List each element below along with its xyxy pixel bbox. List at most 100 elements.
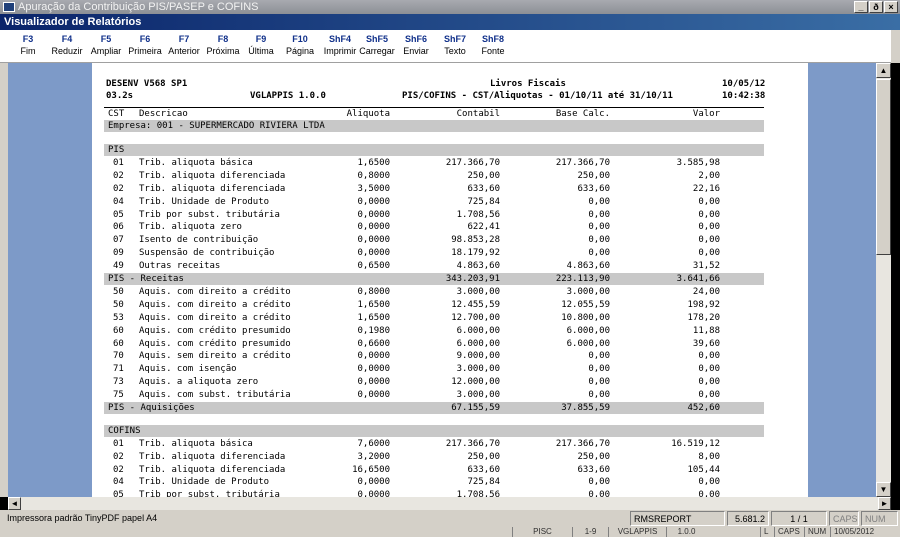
fkey-shf7-button[interactable]: ShF7 Texto (435, 33, 475, 57)
table-row: 71 Aquis. com isenção 0,0000 3.000,00 0,00 0,… (104, 363, 764, 375)
cell-valor: 24,00 (692, 287, 720, 297)
scroll-right-icon[interactable]: ► (878, 497, 891, 510)
fkey-shf5-button[interactable]: ShF5 Carregar (357, 33, 397, 57)
cell-aliquota: 0,0000 (357, 197, 390, 207)
taskbar-date: 10/05/2012 (830, 527, 900, 537)
fkey-shf4-button[interactable]: ShF4 Imprimir (320, 33, 360, 57)
cell-valor: 0,00 (698, 210, 720, 220)
total-valor: 3.641,66 (676, 274, 720, 284)
cell-aliquota: 0,8000 (357, 287, 390, 297)
maximize-button[interactable]: ð (869, 1, 883, 13)
report-time: 10:42:38 (722, 91, 766, 101)
fkey-shf6-button[interactable]: ShF6 Enviar (396, 33, 436, 57)
fkey-label: Fim (20, 46, 36, 56)
cell-valor: 0,00 (698, 235, 720, 245)
table-row: 06 Trib. aliquota zero 0,0000 622,41 0,00 0,0… (104, 221, 764, 233)
table-row: 07 Isento de contribuição 0,0000 98.853,28 0… (104, 234, 764, 246)
cell-base-calc: 6.000,00 (566, 326, 610, 336)
cell-base-calc: 217.366,70 (555, 158, 610, 168)
fkey-f3-button[interactable]: F3 Fim (8, 33, 48, 57)
cell-cst: 02 (113, 452, 124, 462)
cell-aliquota: 0,0000 (357, 351, 390, 361)
cell-aliquota: 0,0000 (357, 390, 390, 400)
toolbar-edge (891, 30, 900, 63)
cell-valor: 22,16 (692, 184, 720, 194)
fkey-f6-button[interactable]: F6 Primeira (125, 33, 165, 57)
status-bar: Impressora padrão TinyPDF papel A4 RMSRE… (0, 510, 900, 527)
fkey-f8-button[interactable]: F8 Próxima (203, 33, 243, 57)
cell-aliquota: 0,0000 (357, 490, 390, 497)
status-printer: Impressora padrão TinyPDF papel A4 (7, 513, 158, 523)
cell-descricao: Aquis. com crédito presumido (139, 339, 291, 349)
empresa-label: Empresa: 001 - SUPERMERCADO RIVIERA LTDA (108, 121, 325, 131)
cell-cst: 04 (113, 477, 124, 487)
cell-descricao: Trib por subst. tributária (139, 210, 280, 220)
cell-contabil: 9.000,00 (456, 351, 500, 361)
fkey-f5-button[interactable]: F5 Ampliar (86, 33, 126, 57)
fkey-shf8-button[interactable]: ShF8 Fonte (473, 33, 513, 57)
cell-valor: 0,00 (698, 197, 720, 207)
cell-contabil: 217.366,70 (445, 439, 500, 449)
horizontal-scrollbar[interactable]: ◄ ► (8, 497, 891, 510)
fkey-label: Reduzir (51, 46, 83, 56)
fkey-f9-button[interactable]: F9 Última (241, 33, 281, 57)
fkey-label: Anterior (168, 46, 200, 56)
scroll-thumb[interactable] (876, 79, 891, 255)
fkey-f7-button[interactable]: F7 Anterior (164, 33, 204, 57)
cell-descricao: Aquis. com direito a crédito (139, 287, 291, 297)
cell-base-calc: 250,00 (577, 452, 610, 462)
cell-contabil: 1.708,56 (456, 210, 500, 220)
cell-valor: 105,44 (687, 465, 720, 475)
cell-cst: 71 (113, 364, 124, 374)
cell-base-calc: 0,00 (588, 235, 610, 245)
table-row: 05 Trib por subst. tributária 0,0000 1.708,… (104, 489, 764, 497)
scroll-left-icon[interactable]: ◄ (8, 497, 21, 510)
table-row: 02 Trib. aliquota diferenciada 16,6500 633,… (104, 464, 764, 476)
taskbar-program: VGLAPPIS (608, 527, 666, 537)
close-button[interactable]: × (884, 1, 898, 13)
cell-contabil: 1.708,56 (456, 490, 500, 497)
taskbar: PISC 1-9 VGLAPPIS 1.0.0 L CAPS NUM 10/05… (0, 527, 900, 537)
col-valor: Valor (692, 109, 720, 119)
cell-aliquota: 7,6000 (357, 439, 390, 449)
cell-descricao: Aquis. com subst. tributária (139, 390, 291, 400)
table-row: 75 Aquis. com subst. tributária 0,0000 3.00… (104, 389, 764, 401)
cell-contabil: 4.863,60 (456, 261, 500, 271)
minimize-button[interactable]: _ (854, 1, 868, 13)
cell-cst: 05 (113, 490, 124, 497)
fkey-key: F7 (178, 34, 190, 44)
fkey-f4-button[interactable]: F4 Reduzir (47, 33, 87, 57)
col-aliquota: Aliquota (346, 109, 390, 119)
section-total-row: PIS - Aquisições 67.155,59 37.855,59 452,60 (104, 402, 764, 414)
scroll-down-icon[interactable]: ▼ (876, 482, 891, 497)
cell-contabil: 725,84 (467, 477, 500, 487)
vertical-scrollbar[interactable]: ▲ ▼ (876, 63, 891, 497)
cell-cst: 75 (113, 390, 124, 400)
cell-cst: 02 (113, 465, 124, 475)
report-version: 03.2s (106, 91, 134, 101)
cell-contabil: 250,00 (467, 452, 500, 462)
cell-aliquota: 0,0000 (357, 235, 390, 245)
taskbar-range: 1-9 (572, 527, 608, 537)
status-module: RMSREPORT (630, 511, 725, 526)
table-row: 53 Aquis. com direito a crédito 1,6500 12.7… (104, 312, 764, 324)
cell-aliquota: 16,6500 (352, 465, 390, 475)
fkey-f10-button[interactable]: F10 Página (280, 33, 320, 57)
cell-cst: 07 (113, 235, 124, 245)
section-header: PIS (104, 144, 764, 156)
desktop-strip (891, 63, 900, 497)
table-row: 05 Trib por subst. tributária 0,0000 1.708,… (104, 209, 764, 221)
taskbar-num: NUM (804, 527, 830, 537)
fkey-label: Imprimir (323, 46, 357, 56)
fkey-label: Carregar (359, 46, 395, 56)
fkey-label: Próxima (206, 46, 240, 56)
cell-contabil: 12.455,59 (451, 300, 500, 310)
total-valor: 452,60 (687, 403, 720, 413)
status-version: 5.681.2 (727, 511, 769, 526)
fkey-label: Fonte (481, 46, 505, 56)
section-header: COFINS (104, 425, 764, 437)
cell-contabil: 3.000,00 (456, 364, 500, 374)
cell-descricao: Aquis. com direito a crédito (139, 300, 291, 310)
scroll-up-icon[interactable]: ▲ (876, 63, 891, 78)
cell-base-calc: 0,00 (588, 222, 610, 232)
